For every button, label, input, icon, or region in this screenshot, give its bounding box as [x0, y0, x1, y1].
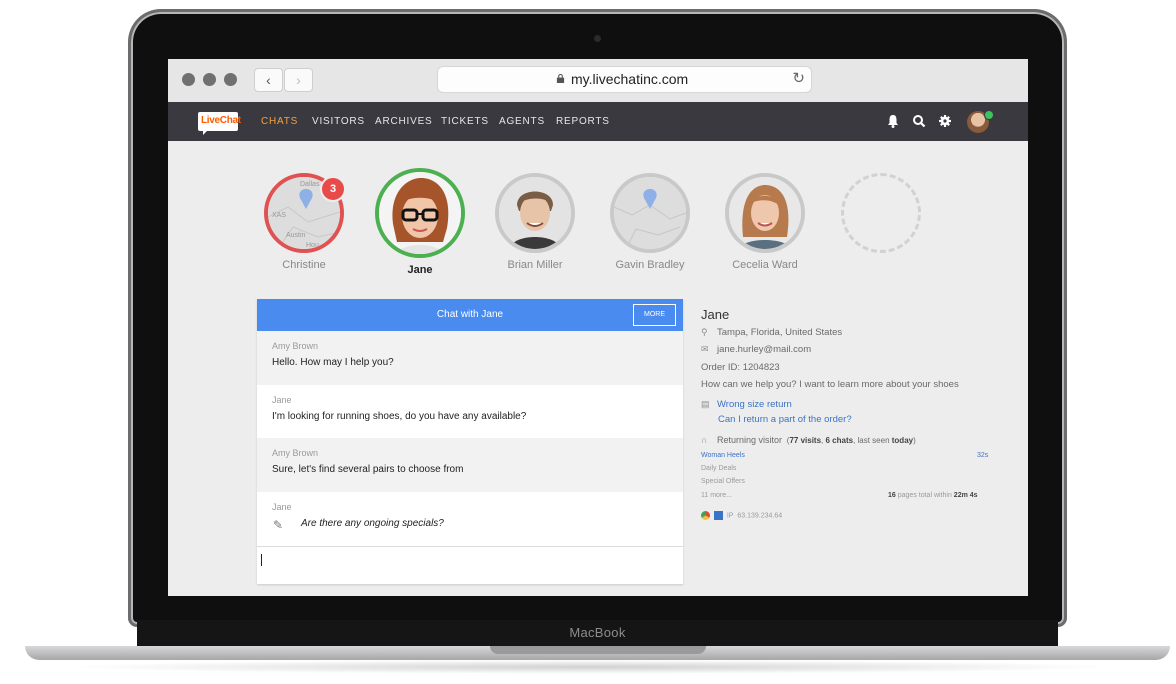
- address-bar[interactable]: my.livechatinc.com ↻: [438, 67, 811, 92]
- more-button[interactable]: MORE: [633, 304, 676, 326]
- nav-archives[interactable]: ARCHIVES: [375, 116, 433, 127]
- chevron-left-icon: ‹: [266, 72, 271, 88]
- face-image: [729, 177, 801, 249]
- message-text: Sure, let's find several pairs to choose…: [272, 464, 464, 475]
- chat-message: Amy Brown Sure, let's find several pairs…: [257, 438, 683, 492]
- chat-header: Chat with Jane MORE: [257, 299, 683, 331]
- laptop-shadow: [60, 660, 1120, 674]
- face-image: [379, 172, 461, 254]
- brian-photo: [495, 173, 575, 253]
- returning-visitor: ∩ Returning visitor (77 visits, 6 chats, …: [701, 435, 916, 445]
- chat-title: Chat with Jane: [436, 309, 504, 320]
- browser-info: IP 63.139.234.64: [701, 511, 782, 520]
- logo-text: LiveChat: [201, 115, 241, 126]
- window-minimize-button[interactable]: [203, 73, 216, 86]
- device-label: MacBook: [569, 625, 626, 640]
- message-author: Amy Brown: [272, 341, 319, 351]
- chat-message: Jane ✎ Are there any ongoing specials?: [257, 492, 683, 546]
- chat-name-active: Jane: [407, 264, 433, 276]
- laptop-notch: [490, 646, 706, 654]
- location-pin-icon: ⚲: [701, 327, 708, 337]
- message-input[interactable]: [257, 546, 683, 585]
- visitor-name: Jane: [701, 307, 730, 322]
- face-image: [499, 177, 571, 249]
- more-pages-link[interactable]: 11 more...: [701, 492, 732, 499]
- ticket-link-1[interactable]: ▤ Wrong size return: [701, 399, 792, 410]
- os-icon: [713, 511, 723, 520]
- svg-text:XAS: XAS: [272, 212, 286, 219]
- window-zoom-button[interactable]: [224, 73, 237, 86]
- message-author: Jane: [272, 502, 292, 512]
- chat-name: Cecelia Ward: [732, 259, 798, 271]
- nav-tickets[interactable]: TICKETS: [441, 116, 489, 127]
- chat-name: Brian Miller: [507, 259, 563, 271]
- map-thumbnail: [610, 173, 690, 253]
- pages-total: 16 pages total within 22m 4s: [888, 492, 978, 499]
- typing-pencil-icon: ✎: [273, 518, 284, 532]
- text-caret: [261, 554, 262, 566]
- chat-avatar-brian[interactable]: Brian Miller: [495, 173, 575, 271]
- screen: ‹ › my.livechatinc.com ↻ LiveChat CHATS …: [168, 59, 1028, 596]
- svg-text:Dallas: Dallas: [300, 181, 320, 188]
- window-close-button[interactable]: [182, 73, 195, 86]
- visitor-location: ⚲ Tampa, Florida, United States: [701, 327, 843, 338]
- chat-name: Christine: [282, 259, 326, 271]
- chat-message: Amy Brown Hello. How may I help you?: [257, 331, 683, 385]
- visited-page-time: 32s: [977, 452, 989, 459]
- message-text: I'm looking for running shoes, do you ha…: [272, 411, 527, 422]
- unread-badge: 3: [320, 176, 346, 202]
- nav-agents[interactable]: AGENTS: [499, 116, 545, 127]
- jane-photo: [375, 168, 465, 258]
- cecelia-photo: [725, 173, 805, 253]
- mail-icon: ✉: [701, 344, 709, 354]
- url-text: my.livechatinc.com: [571, 71, 689, 87]
- visited-page: Special Offers: [701, 478, 745, 485]
- chevron-right-icon: ›: [296, 72, 301, 88]
- message-author: Amy Brown: [272, 448, 319, 458]
- chat-name: Gavin Bradley: [615, 259, 685, 271]
- map-image: [614, 177, 686, 249]
- visitor-email: ✉ jane.hurley@mail.com: [701, 344, 812, 355]
- svg-text:Hou: Hou: [306, 242, 319, 249]
- message-text-typing: Are there any ongoing specials?: [301, 518, 444, 529]
- chat-avatar-jane[interactable]: Jane: [375, 168, 465, 276]
- chat-panel: Chat with Jane MORE Amy Brown Hello. How…: [257, 299, 683, 584]
- livechat-logo[interactable]: LiveChat: [198, 112, 241, 135]
- bell-icon[interactable]: [886, 113, 900, 129]
- app-navbar: LiveChat CHATS VISITORS ARCHIVES TICKETS…: [168, 102, 1028, 141]
- chat-avatar-gavin[interactable]: Gavin Bradley: [610, 173, 690, 271]
- nav-chats[interactable]: CHATS: [261, 116, 298, 127]
- order-id: Order ID: 1204823: [701, 362, 780, 373]
- nav-reports[interactable]: REPORTS: [556, 116, 610, 127]
- visited-page: Daily Deals: [701, 465, 737, 472]
- chrome-icon: [701, 511, 710, 520]
- svg-text:Austin: Austin: [286, 232, 306, 239]
- browser-toolbar: ‹ › my.livechatinc.com ↻: [168, 59, 1028, 103]
- ticket-link-2[interactable]: Can I return a part of the order?: [718, 414, 852, 425]
- empty-chat-slot: [841, 173, 921, 253]
- chat-message: Jane I'm looking for running shoes, do y…: [257, 385, 683, 439]
- online-status-dot: [984, 110, 994, 120]
- search-icon[interactable]: [912, 113, 926, 129]
- message-author: Jane: [272, 395, 292, 405]
- forward-button[interactable]: ›: [284, 68, 313, 92]
- document-icon: ▤: [701, 399, 710, 409]
- gear-icon[interactable]: [938, 113, 952, 129]
- lock-icon: [556, 74, 565, 83]
- visitor-question: How can we help you? I want to learn mor…: [701, 379, 959, 390]
- back-button[interactable]: ‹: [254, 68, 283, 92]
- visited-page-link[interactable]: Woman Heels: [701, 452, 745, 459]
- chat-avatar-cecelia[interactable]: Cecelia Ward: [725, 173, 805, 271]
- message-text: Hello. How may I help you?: [272, 357, 394, 368]
- laptop-chin: MacBook: [137, 620, 1058, 646]
- headset-icon: ∩: [701, 435, 708, 445]
- camera-icon: [594, 35, 601, 42]
- nav-visitors[interactable]: VISITORS: [312, 116, 365, 127]
- reload-icon[interactable]: ↻: [792, 69, 805, 87]
